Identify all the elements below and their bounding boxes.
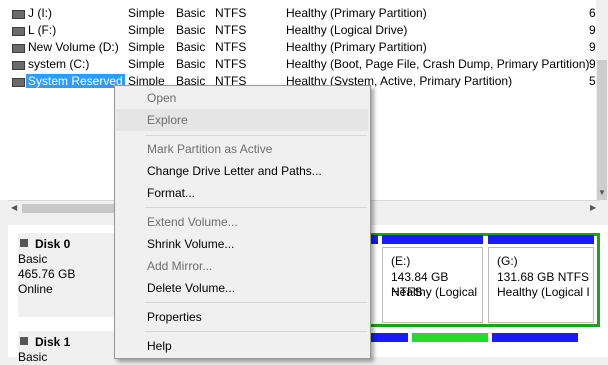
- partition-header: [492, 333, 578, 342]
- volume-row[interactable]: New Volume (D:) Simple Basic NTFS Health…: [0, 39, 596, 56]
- volume-layout: Simple: [128, 40, 165, 54]
- drive-icon: [12, 27, 25, 36]
- volume-type: Basic: [176, 23, 206, 37]
- disk-name: Disk 0: [35, 237, 71, 251]
- partition-size: 131.68 GB NTFS: [497, 270, 590, 284]
- volume-row[interactable]: L (F:) Simple Basic NTFS Healthy (Logica…: [0, 22, 596, 39]
- volume-status: Healthy (Primary Partition): [286, 6, 427, 20]
- menu-item-open[interactable]: Open: [116, 87, 368, 109]
- horizontal-scroll-thumb[interactable]: [22, 204, 120, 213]
- context-menu: Open Explore Mark Partition as Active Ch…: [114, 85, 371, 359]
- scroll-right-arrow-icon[interactable]: ▶: [590, 203, 596, 212]
- disk-icon: [20, 337, 28, 345]
- partition-status: Healthy (Logical I: [497, 285, 590, 299]
- volume-type: Basic: [176, 6, 206, 20]
- menu-item-label: Format...: [147, 186, 196, 200]
- menu-separator: [145, 331, 367, 332]
- disk-type: Basic: [18, 350, 48, 364]
- free-space-header: [412, 333, 488, 342]
- disk-icon: [20, 239, 28, 247]
- partition-header: [382, 235, 483, 244]
- partition-name: (G:): [497, 254, 518, 268]
- volume-type: Basic: [176, 57, 206, 71]
- disk-size: 465.76 GB: [18, 267, 76, 281]
- partition-header: [488, 235, 594, 244]
- menu-item-label: Add Mirror...: [147, 259, 213, 273]
- menu-item-label: Shrink Volume...: [147, 237, 235, 251]
- menu-item-properties[interactable]: Properties: [116, 306, 368, 328]
- disk-type: Basic: [18, 252, 48, 266]
- volume-capacity: 5: [589, 74, 596, 88]
- menu-item-shrink-volume[interactable]: Shrink Volume...: [116, 233, 368, 255]
- partition-e[interactable]: (E:) 143.84 GB NTFS Healthy (Logical: [382, 247, 483, 323]
- volume-fs: NTFS: [215, 40, 247, 54]
- menu-separator: [145, 207, 367, 208]
- menu-item-explore[interactable]: Explore: [116, 109, 368, 131]
- volume-fs: NTFS: [215, 57, 247, 71]
- menu-item-help[interactable]: Help: [116, 335, 368, 357]
- menu-item-label: Explore: [147, 113, 188, 127]
- partition-g[interactable]: (G:) 131.68 GB NTFS Healthy (Logical I: [488, 247, 594, 323]
- partition-status: Healthy (Logical: [391, 285, 478, 299]
- partition-name: (E:): [391, 254, 411, 268]
- menu-separator: [145, 135, 367, 136]
- menu-item-add-mirror[interactable]: Add Mirror...: [116, 255, 368, 277]
- scroll-down-arrow-icon[interactable]: ▼: [598, 188, 606, 197]
- volume-layout: Simple: [128, 6, 165, 20]
- menu-item-label: Change Drive Letter and Paths...: [147, 164, 322, 178]
- drive-icon: [12, 10, 25, 19]
- menu-item-extend-volume[interactable]: Extend Volume...: [116, 211, 368, 233]
- volume-capacity: 9: [589, 57, 596, 71]
- volume-fs: NTFS: [215, 6, 247, 20]
- drive-icon: [12, 44, 25, 53]
- disk-name: Disk 1: [35, 335, 71, 349]
- volume-row[interactable]: J (I:) Simple Basic NTFS Healthy (Primar…: [0, 5, 596, 22]
- menu-item-delete-volume[interactable]: Delete Volume...: [116, 277, 368, 299]
- disk-0-label[interactable]: Disk 0 Basic 465.76 GB Online: [18, 233, 118, 317]
- vertical-scroll-thumb[interactable]: [597, 60, 607, 200]
- volume-capacity: 6: [589, 6, 596, 20]
- volume-name: New Volume (D:): [28, 40, 119, 54]
- menu-item-change-drive-letter[interactable]: Change Drive Letter and Paths...: [116, 160, 368, 182]
- volume-name: system (C:): [28, 57, 90, 71]
- volume-name: System Reserved: [26, 74, 125, 88]
- drive-icon: [12, 78, 25, 87]
- volume-row[interactable]: system (C:) Simple Basic NTFS Healthy (B…: [0, 56, 596, 73]
- volume-status: Healthy (Primary Partition): [286, 40, 427, 54]
- menu-item-mark-active[interactable]: Mark Partition as Active: [116, 138, 368, 160]
- scroll-left-arrow-icon[interactable]: ◀: [11, 203, 17, 212]
- volume-name: J (I:): [28, 6, 52, 20]
- volume-layout: Simple: [128, 57, 165, 71]
- volume-type: Basic: [176, 40, 206, 54]
- disk-state: Online: [18, 282, 53, 296]
- volume-capacity: 9: [589, 40, 596, 54]
- menu-item-label: Help: [147, 339, 172, 353]
- menu-item-label: Extend Volume...: [147, 215, 238, 229]
- menu-item-format[interactable]: Format...: [116, 182, 368, 204]
- menu-item-label: Delete Volume...: [147, 281, 236, 295]
- volume-layout: Simple: [128, 23, 165, 37]
- volume-name: L (F:): [28, 23, 57, 37]
- menu-item-label: Mark Partition as Active: [147, 142, 273, 156]
- menu-separator: [145, 302, 367, 303]
- volume-capacity: 9: [589, 23, 596, 37]
- volume-fs: NTFS: [215, 23, 247, 37]
- menu-item-label: Open: [147, 91, 177, 105]
- menu-item-label: Properties: [147, 310, 202, 324]
- volume-status: Healthy (Logical Drive): [286, 23, 408, 37]
- drive-icon: [12, 61, 25, 70]
- volume-status: Healthy (Boot, Page File, Crash Dump, Pr…: [286, 57, 590, 71]
